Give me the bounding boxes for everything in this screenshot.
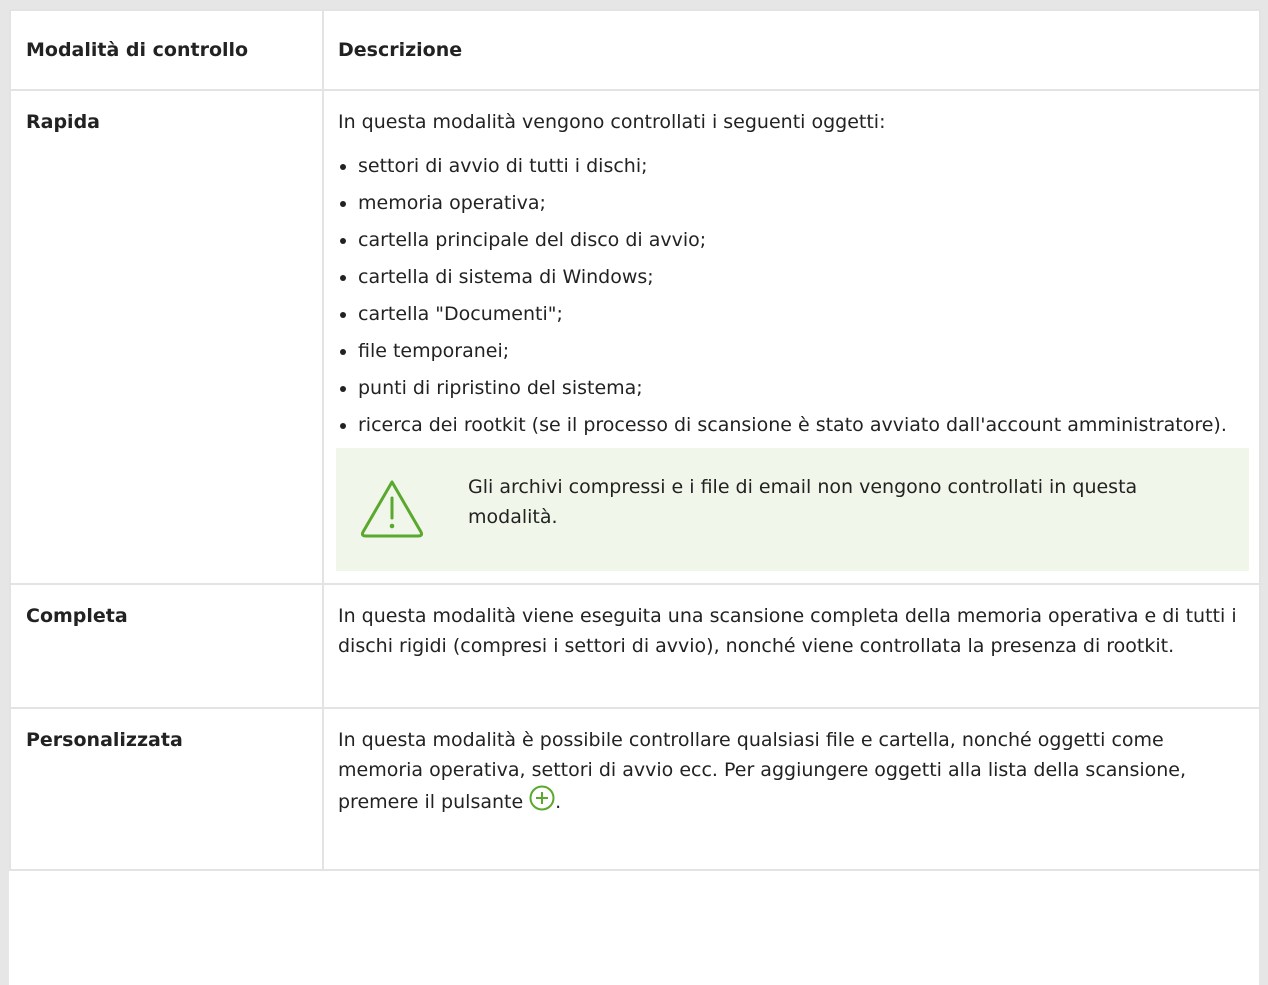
table-row-completa: Completa In questa modalità viene esegui… <box>9 583 1261 709</box>
mode-name-rapida: Rapida <box>26 111 100 133</box>
mode-name-completa: Completa <box>26 605 128 627</box>
header-description: Descrizione <box>322 9 1261 91</box>
list-item: file temporanei; <box>338 336 1247 366</box>
description-cell: In questa modalità viene eseguita una sc… <box>322 583 1261 709</box>
table-row-rapida: Rapida In questa modalità vengono contro… <box>9 89 1261 585</box>
mode-cell: Personalizzata <box>9 707 324 871</box>
header-description-label: Descrizione <box>338 39 463 61</box>
mode-cell: Completa <box>9 583 324 709</box>
table-row-personalizzata: Personalizzata In questa modalità è poss… <box>9 707 1261 871</box>
scanned-objects-list: settori di avvio di tutti i dischi; memo… <box>338 151 1247 440</box>
mode-cell: Rapida <box>9 89 324 585</box>
list-item: settori di avvio di tutti i dischi; <box>338 151 1247 181</box>
description-cell: In questa modalità è possibile controlla… <box>322 707 1261 871</box>
list-item: punti di ripristino del sistema; <box>338 373 1247 403</box>
list-item: ricerca dei rootkit (se il processo di s… <box>338 410 1247 440</box>
mode-name-personalizzata: Personalizzata <box>26 729 183 751</box>
warning-note: Gli archivi compressi e i file di email … <box>336 448 1249 571</box>
list-item: cartella "Documenti"; <box>338 299 1247 329</box>
list-item: cartella di sistema di Windows; <box>338 262 1247 292</box>
warning-note-text: Gli archivi compressi e i file di email … <box>468 476 1138 528</box>
personalizzata-description-end: . <box>555 791 562 813</box>
header-mode-label: Modalità di controllo <box>26 39 249 61</box>
list-item: memoria operativa; <box>338 188 1247 218</box>
completa-description: In questa modalità viene eseguita una sc… <box>338 605 1237 657</box>
list-item: cartella principale del disco di avvio; <box>338 225 1247 255</box>
personalizzata-description: In questa modalità è possibile controlla… <box>338 725 1247 817</box>
header-mode: Modalità di controllo <box>9 9 324 91</box>
table-header-row: Modalità di controllo Descrizione <box>9 9 1261 91</box>
add-icon <box>529 785 555 811</box>
warning-icon <box>360 480 424 538</box>
rapida-intro: In questa modalità vengono controllati i… <box>338 111 886 133</box>
scan-modes-table: Modalità di controllo Descrizione Rapida… <box>9 9 1261 871</box>
description-cell: In questa modalità vengono controllati i… <box>322 89 1261 585</box>
personalizzata-description-text: In questa modalità è possibile controlla… <box>338 729 1187 813</box>
